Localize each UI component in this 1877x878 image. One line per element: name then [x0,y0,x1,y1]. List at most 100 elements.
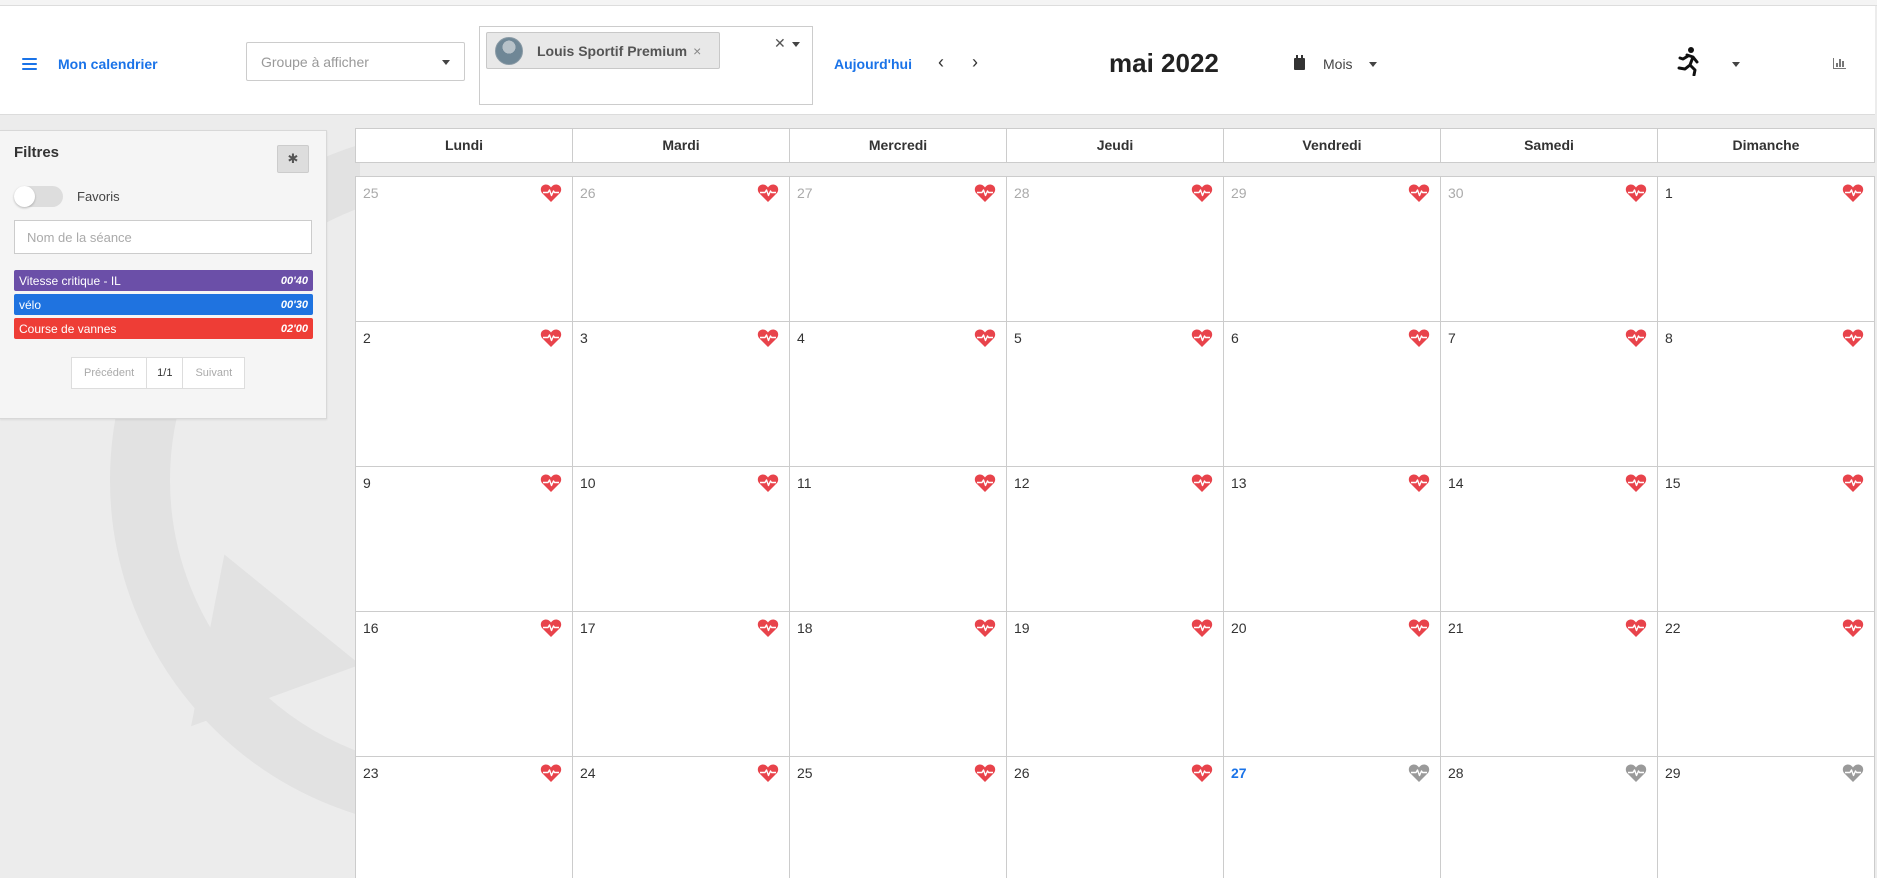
heart-rate-icon[interactable] [974,328,996,348]
heart-rate-icon[interactable] [1191,183,1213,203]
session-item[interactable]: Course de vannes 02'00 [14,318,313,339]
day-number: 4 [797,330,805,346]
day-cell[interactable]: 29 [1224,177,1441,322]
next-month-icon[interactable]: › [972,52,978,73]
session-item[interactable]: Vitesse critique - IL 00'40 [14,270,313,291]
prev-month-icon[interactable]: ‹ [938,52,944,73]
day-cell[interactable]: 6 [1224,322,1441,467]
heart-rate-icon[interactable] [540,183,562,203]
day-cell[interactable]: 24 [573,757,790,878]
heart-rate-icon[interactable] [1408,618,1430,638]
day-cell[interactable]: 4 [790,322,1007,467]
next-page-button[interactable]: Suivant [183,358,244,388]
day-cell[interactable]: 27 [790,177,1007,322]
prev-page-button[interactable]: Précédent [72,358,148,388]
day-cell[interactable]: 3 [573,322,790,467]
heart-rate-icon[interactable] [974,618,996,638]
heart-rate-icon[interactable] [540,618,562,638]
heart-rate-icon[interactable] [1191,618,1213,638]
heart-rate-icon[interactable] [974,183,996,203]
filters-settings-button[interactable]: ✱ [277,145,309,173]
chevron-down-icon[interactable] [792,42,800,47]
heart-rate-icon[interactable] [757,473,779,493]
heart-rate-icon[interactable] [1842,763,1864,783]
heart-rate-icon[interactable] [974,763,996,783]
view-select[interactable]: Mois [1323,56,1353,72]
day-cell[interactable]: 22 [1658,612,1875,757]
running-icon[interactable] [1675,46,1701,81]
bar-chart-icon[interactable] [1833,58,1846,69]
day-cell[interactable]: 29 [1658,757,1875,878]
favorites-toggle[interactable] [14,186,63,207]
clear-icon[interactable]: ✕ [774,35,786,52]
day-cell[interactable]: 25 [356,177,573,322]
heart-rate-icon[interactable] [1408,183,1430,203]
day-cell[interactable]: 21 [1441,612,1658,757]
heart-rate-icon[interactable] [757,618,779,638]
remove-athlete-icon[interactable]: × [693,43,701,59]
day-cell[interactable]: 26 [1007,757,1224,878]
heart-rate-icon[interactable] [1842,328,1864,348]
day-cell[interactable]: 26 [573,177,790,322]
seance-search-input[interactable] [14,220,312,254]
hamburger-icon[interactable] [22,58,37,70]
day-cell-today[interactable]: 27 [1224,757,1441,878]
heart-rate-icon[interactable] [1408,328,1430,348]
chevron-down-icon[interactable] [1732,62,1740,67]
chevron-down-icon[interactable] [1369,62,1377,67]
day-cell[interactable]: 1 [1658,177,1875,322]
day-cell[interactable]: 23 [356,757,573,878]
athlete-select[interactable]: Louis Sportif Premium × ✕ [479,26,813,105]
day-cell[interactable]: 11 [790,467,1007,612]
heart-rate-icon[interactable] [1191,328,1213,348]
group-select[interactable]: Groupe à afficher [246,42,465,81]
day-cell[interactable]: 13 [1224,467,1441,612]
day-cell[interactable]: 28 [1007,177,1224,322]
heart-rate-icon[interactable] [540,763,562,783]
heart-rate-icon[interactable] [1625,473,1647,493]
heart-rate-icon[interactable] [540,328,562,348]
day-cell[interactable]: 25 [790,757,1007,878]
day-cell[interactable]: 16 [356,612,573,757]
day-cell[interactable]: 19 [1007,612,1224,757]
day-cell[interactable]: 9 [356,467,573,612]
day-number: 28 [1014,185,1030,201]
day-cell[interactable]: 28 [1441,757,1658,878]
heart-rate-icon[interactable] [757,183,779,203]
heart-rate-icon[interactable] [1408,763,1430,783]
heart-rate-icon[interactable] [1842,618,1864,638]
heart-rate-icon[interactable] [974,473,996,493]
heart-rate-icon[interactable] [757,328,779,348]
today-button[interactable]: Aujourd'hui [834,56,912,72]
heart-rate-icon[interactable] [1191,473,1213,493]
day-cell[interactable]: 5 [1007,322,1224,467]
day-cell[interactable]: 12 [1007,467,1224,612]
day-cell[interactable]: 14 [1441,467,1658,612]
day-cell[interactable]: 18 [790,612,1007,757]
day-cell[interactable]: 20 [1224,612,1441,757]
heart-rate-icon[interactable] [1408,473,1430,493]
day-cell[interactable]: 7 [1441,322,1658,467]
heart-rate-icon[interactable] [1625,328,1647,348]
app-title[interactable]: Mon calendrier [58,56,158,72]
day-cell[interactable]: 2 [356,322,573,467]
heart-rate-icon[interactable] [1842,183,1864,203]
heart-rate-icon[interactable] [757,763,779,783]
day-number: 29 [1231,185,1247,201]
heart-rate-icon[interactable] [1625,763,1647,783]
day-cell[interactable]: 15 [1658,467,1875,612]
day-cell[interactable]: 17 [573,612,790,757]
heart-rate-icon[interactable] [1625,618,1647,638]
athlete-chip[interactable]: Louis Sportif Premium × [486,32,720,69]
day-number: 30 [1448,185,1464,201]
day-number: 16 [363,620,379,636]
heart-rate-icon[interactable] [1625,183,1647,203]
day-cell[interactable]: 8 [1658,322,1875,467]
day-cell[interactable]: 10 [573,467,790,612]
heart-rate-icon[interactable] [1842,473,1864,493]
session-item[interactable]: vélo 00'30 [14,294,313,315]
heart-rate-icon[interactable] [1191,763,1213,783]
day-cell[interactable]: 30 [1441,177,1658,322]
weekday-label: Dimanche [1732,137,1800,153]
heart-rate-icon[interactable] [540,473,562,493]
